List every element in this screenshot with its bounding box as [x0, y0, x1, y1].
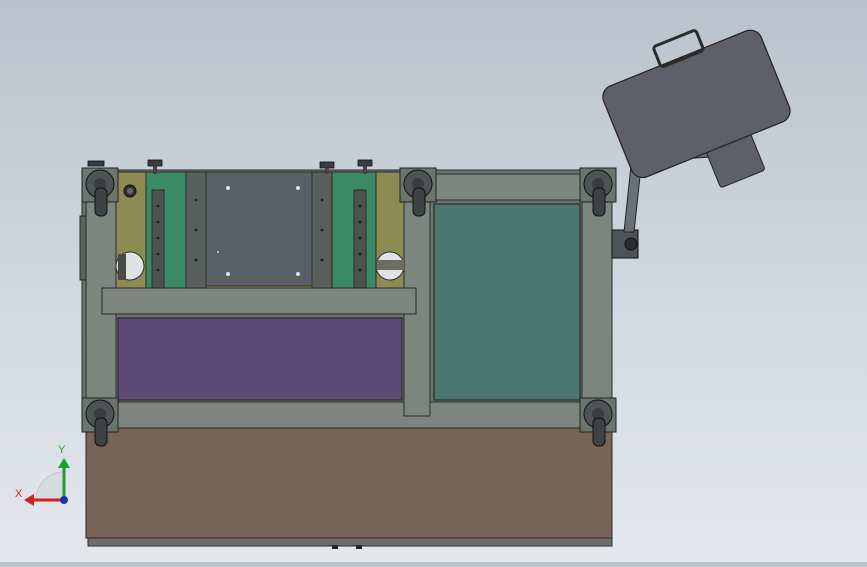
axis-triad: Y X	[15, 444, 70, 506]
x-axis-label: X	[15, 488, 23, 500]
monitor	[602, 29, 791, 188]
purple-panel	[117, 317, 403, 401]
y-axis-label: Y	[58, 444, 66, 456]
center-plate	[205, 171, 313, 287]
machine-top-view: Y X	[15, 29, 791, 549]
z-axis-marker	[60, 496, 68, 504]
teal-panel	[433, 203, 581, 401]
cad-viewport[interactable]: Y X	[0, 0, 867, 562]
base-plate	[85, 427, 613, 549]
